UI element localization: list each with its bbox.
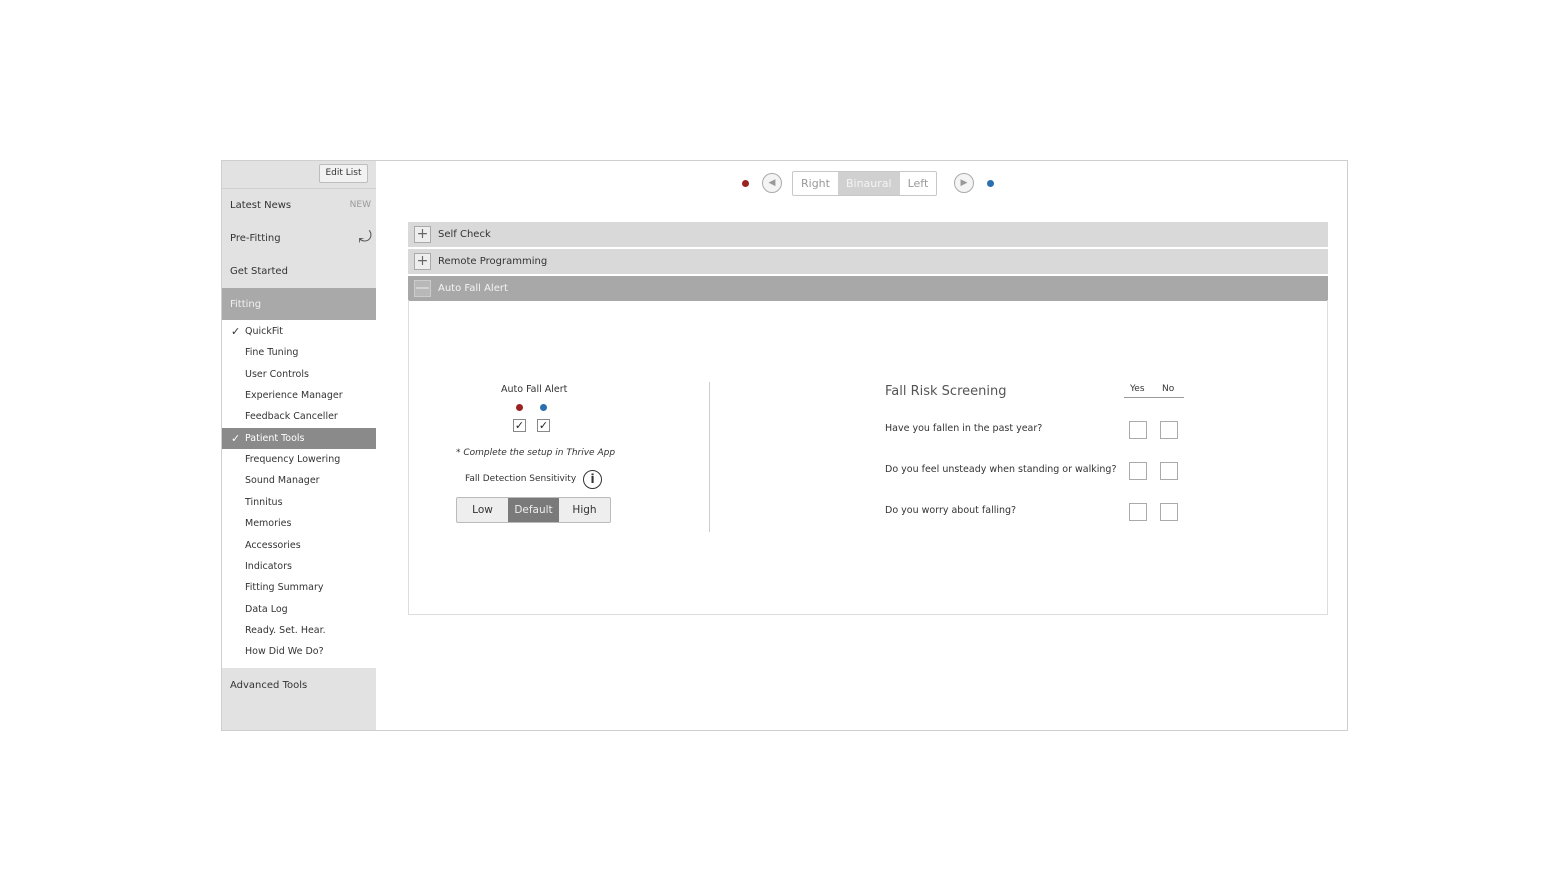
sidebar-item-label: Data Log bbox=[245, 603, 288, 615]
no-checkbox[interactable] bbox=[1160, 503, 1178, 521]
sidebar-item-label: Accessories bbox=[245, 539, 301, 551]
divider bbox=[222, 188, 376, 189]
right-ear-dot bbox=[516, 404, 523, 411]
sidebar-section-fitting[interactable]: Fitting bbox=[222, 288, 376, 320]
sidebar-item-label: Fine Tuning bbox=[245, 347, 299, 359]
accordion-self-check[interactable]: + Self Check bbox=[408, 222, 1328, 247]
right-fall-alert-checkbox[interactable]: ✓ bbox=[513, 419, 526, 432]
checkmark-icon: ✓ bbox=[231, 431, 241, 445]
sidebar-item-data-log[interactable]: Data Log bbox=[222, 599, 376, 620]
yes-checkbox[interactable] bbox=[1129, 421, 1147, 439]
no-header: No bbox=[1162, 384, 1175, 394]
no-checkbox[interactable] bbox=[1160, 462, 1178, 480]
no-checkbox[interactable] bbox=[1160, 421, 1178, 439]
ear-option-right[interactable]: Right bbox=[793, 172, 838, 195]
sidebar-item-label: How Did We Do? bbox=[245, 646, 324, 658]
right-ear-indicator bbox=[742, 180, 749, 187]
screening-question: Do you worry about falling? bbox=[885, 505, 1017, 516]
accordion-label: Auto Fall Alert bbox=[438, 283, 508, 294]
sidebar-item-label: Ready. Set. Hear. bbox=[245, 624, 326, 636]
sidebar-item-ready-set-hear[interactable]: Ready. Set. Hear. bbox=[222, 620, 376, 641]
new-badge: NEW bbox=[349, 200, 371, 210]
sidebar-item-pre-fitting[interactable]: Pre-Fitting bbox=[230, 233, 281, 244]
speaker-left-icon[interactable]: ◀ bbox=[762, 173, 782, 193]
speaker-right-icon[interactable]: ▶ bbox=[954, 173, 974, 193]
ear-option-left[interactable]: Left bbox=[900, 172, 937, 195]
sidebar-item-sound-manager[interactable]: Sound Manager bbox=[222, 470, 376, 491]
fitting-sub-list: ✓ QuickFit Fine Tuning User Controls Experie… bbox=[222, 320, 376, 668]
sidebar-item-advanced-tools[interactable]: Advanced Tools bbox=[230, 680, 307, 691]
sensitivity-default[interactable]: Default bbox=[508, 498, 559, 522]
refresh-icon[interactable]: ⤾ bbox=[359, 227, 372, 247]
expand-icon[interactable]: + bbox=[414, 226, 431, 243]
sidebar-item-patient-tools[interactable]: ✓ Patient Tools bbox=[222, 427, 376, 449]
sidebar-item-get-started[interactable]: Get Started bbox=[230, 266, 288, 277]
sidebar-item-fitting-summary[interactable]: Fitting Summary bbox=[222, 577, 376, 598]
collapse-icon[interactable]: — bbox=[414, 280, 431, 297]
sidebar-item-label: Feedback Canceller bbox=[245, 411, 338, 423]
screening-question: Do you feel unsteady when standing or wa… bbox=[885, 464, 1117, 475]
sidebar-item-tinnitus[interactable]: Tinnitus bbox=[222, 492, 376, 513]
accordion-remote-programming[interactable]: + Remote Programming bbox=[408, 249, 1328, 274]
sidebar-item-label: Patient Tools bbox=[245, 432, 305, 444]
sensitivity-high[interactable]: High bbox=[559, 498, 610, 522]
sidebar-item-label: Indicators bbox=[245, 560, 292, 572]
edit-list-button[interactable]: Edit List bbox=[319, 164, 368, 183]
sidebar-item-label: User Controls bbox=[245, 368, 309, 380]
ear-option-binaural[interactable]: Binaural bbox=[837, 172, 900, 195]
setup-note: * Complete the setup in Thrive App bbox=[456, 448, 616, 458]
sidebar-item-experience-manager[interactable]: Experience Manager bbox=[222, 385, 376, 406]
sensitivity-selector: Low Default High bbox=[456, 497, 611, 523]
sidebar-item-memories[interactable]: Memories bbox=[222, 513, 376, 534]
sidebar-item-label: QuickFit bbox=[245, 326, 283, 337]
accordion-label: Self Check bbox=[438, 229, 491, 240]
expand-icon[interactable]: + bbox=[414, 253, 431, 270]
sidebar-item-label: Experience Manager bbox=[245, 390, 343, 402]
sidebar-item-label: Sound Manager bbox=[245, 475, 320, 487]
sidebar-item-accessories[interactable]: Accessories bbox=[222, 535, 376, 556]
screening-question: Have you fallen in the past year? bbox=[885, 423, 1043, 434]
left-ear-indicator bbox=[987, 180, 994, 187]
divider bbox=[1124, 397, 1184, 398]
sidebar-item-feedback-canceller[interactable]: Feedback Canceller bbox=[222, 406, 376, 427]
sidebar-item-latest-news[interactable]: Latest News bbox=[230, 200, 291, 211]
sidebar-item-label: Frequency Lowering bbox=[245, 454, 341, 466]
yes-header: Yes bbox=[1130, 384, 1145, 394]
yes-checkbox[interactable] bbox=[1129, 462, 1147, 480]
accordion-label: Remote Programming bbox=[438, 256, 548, 267]
checkmark-icon: ✓ bbox=[231, 325, 241, 338]
divider bbox=[709, 382, 710, 532]
yes-checkbox[interactable] bbox=[1129, 503, 1147, 521]
ear-selector: Right Binaural Left bbox=[792, 171, 938, 196]
sidebar-item-frequency-lowering[interactable]: Frequency Lowering bbox=[222, 449, 376, 470]
sensitivity-label: Fall Detection Sensitivity bbox=[465, 474, 577, 484]
left-ear-dot bbox=[540, 404, 547, 411]
info-icon[interactable]: i bbox=[583, 470, 602, 489]
sidebar: Edit List Latest News NEW Pre-Fitting ⤾ … bbox=[222, 161, 376, 730]
sidebar-item-label: Memories bbox=[245, 518, 292, 530]
sidebar-item-user-controls[interactable]: User Controls bbox=[222, 364, 376, 385]
sidebar-item-fine-tuning[interactable]: Fine Tuning bbox=[222, 342, 376, 363]
accordion-auto-fall-alert[interactable]: — Auto Fall Alert bbox=[408, 276, 1328, 301]
sidebar-item-quickfit[interactable]: ✓ QuickFit bbox=[222, 321, 376, 342]
screening-title: Fall Risk Screening bbox=[885, 384, 1007, 399]
auto-fall-alert-title: Auto Fall Alert bbox=[501, 384, 568, 395]
sidebar-item-how-did-we-do[interactable]: How Did We Do? bbox=[222, 641, 376, 662]
sidebar-item-label: Fitting Summary bbox=[245, 582, 324, 594]
left-fall-alert-checkbox[interactable]: ✓ bbox=[537, 419, 550, 432]
sensitivity-low[interactable]: Low bbox=[457, 498, 508, 522]
sidebar-item-label: Tinnitus bbox=[245, 496, 283, 508]
sidebar-item-indicators[interactable]: Indicators bbox=[222, 556, 376, 577]
